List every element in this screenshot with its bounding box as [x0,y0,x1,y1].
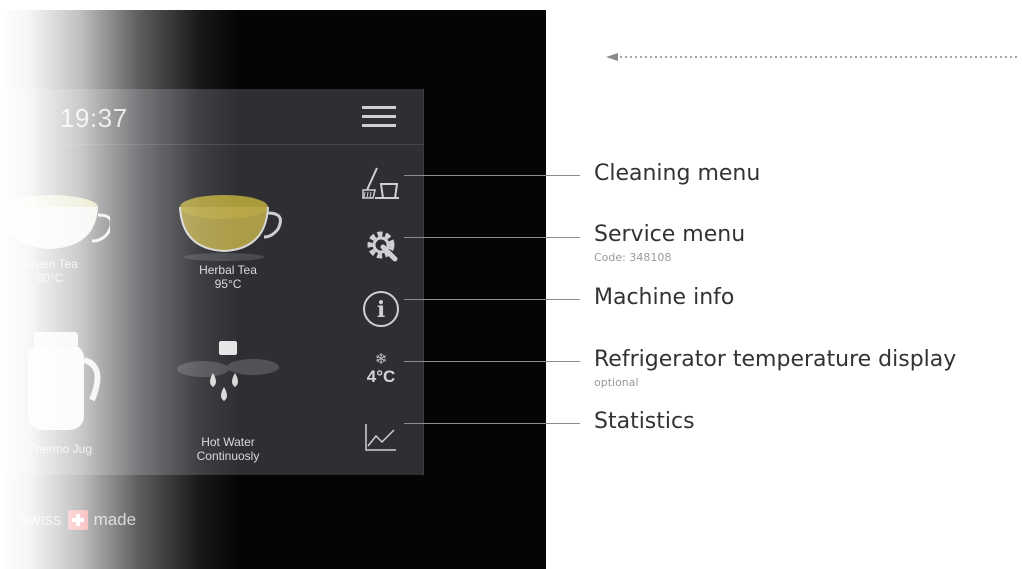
tile-label: Thermo Jug [27,442,93,456]
leader-line-cleaning [404,175,580,176]
brand-right-text: made [93,510,137,529]
product-tile-hot-water[interactable]: Hot Water Continuosly [168,339,288,463]
hamburger-menu-icon[interactable] [362,106,396,128]
product-tile-thermo-jug[interactable]: Thermo Jug [0,324,120,456]
machine-bezel: 19:37 Green Tea 80°C Herbal Tea 95°C The… [0,10,546,569]
broom-bucket-icon [361,166,401,200]
statistics-button[interactable] [354,415,408,459]
product-tile-herbal-tea[interactable]: Herbal Tea 95°C [168,177,288,291]
clock: 19:37 [60,103,128,133]
brand-left-text: swiss [20,510,62,529]
callout-cleaning-menu: Cleaning menu [594,161,761,186]
tile-temperature: 95°C [214,277,242,291]
side-menu-column: i ❄ 4°C [340,145,423,475]
swiss-cross-icon [67,510,88,530]
callout-machine-info: Machine info [594,285,735,310]
service-menu-button[interactable] [354,223,408,267]
svg-text:i: i [377,297,385,323]
leader-line-fridge [404,361,580,362]
tile-subtitle: Continuosly [196,449,260,463]
fridge-temperature: 4°C [366,366,396,386]
gear-wrench-icon [363,227,399,263]
callout-statistics: Statistics [594,409,695,434]
info-circle-icon: i [362,290,400,328]
tile-label: Herbal Tea [199,263,257,277]
thermo-jug-image [10,324,110,434]
product-tile-green-tea[interactable]: Green Tea 80°C [0,177,120,285]
swiss-made-logo: swiss made [20,510,136,530]
leader-line-service [404,237,580,238]
touch-screen: 19:37 Green Tea 80°C Herbal Tea 95°C The… [0,89,424,475]
teacup-image [168,177,288,263]
callout-service-code: Code: 348108 [594,251,672,264]
tile-label: Hot Water [201,435,255,449]
leader-line-statistics [404,423,580,424]
snowflake-icon: ❄ [374,350,388,368]
line-chart-icon [364,422,398,452]
tile-label: Green Tea [22,257,78,271]
dotted-arrow-icon [606,53,1020,61]
refrigerator-temperature-display: ❄ 4°C [354,347,408,391]
teacup-image [0,177,113,257]
callout-service-menu: Service menu [594,222,746,247]
cleaning-menu-button[interactable] [354,161,408,205]
callout-refrigerator-optional: optional [594,376,639,389]
screen-header: 19:37 [0,89,423,145]
tile-temperature: 80°C [36,271,64,285]
hot-water-drops-icon [173,339,283,429]
callout-refrigerator: Refrigerator temperature display [594,347,957,372]
leader-line-info [404,299,580,300]
machine-info-button[interactable]: i [354,287,408,331]
